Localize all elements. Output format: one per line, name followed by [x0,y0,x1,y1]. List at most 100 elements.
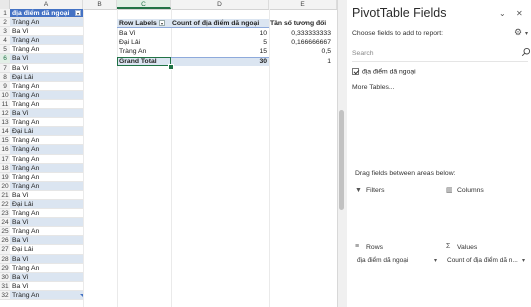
spreadsheet-grid[interactable]: A B C D E 1 2 3 4 5 6 7 8 9 10 11 12 13 14 15 16 17 18 19 2… [0,0,337,307]
pivot-row-label[interactable]: Tràng An [119,47,146,56]
table-cell[interactable]: Tràng An [10,82,83,91]
table-cell[interactable]: Tràng An [10,209,83,219]
row-header[interactable]: 15 [0,136,10,146]
field-list-item[interactable]: địa điểm dã ngoại [352,68,416,75]
table-cell[interactable]: Tràng An [10,290,83,300]
row-header[interactable]: 9 [0,81,10,91]
table-cell[interactable]: Ba Vì [10,236,83,246]
pivot-row-ratio[interactable]: 0,166666667 [269,38,331,47]
pivot-row-ratio[interactable]: 0,5 [269,47,331,56]
row-header[interactable]: 14 [0,127,10,137]
table-cell[interactable]: Ba Vì [10,272,83,282]
gear-icon[interactable]: ⚙ [514,28,523,37]
fill-handle[interactable] [168,64,174,70]
row-header[interactable]: 10 [0,90,10,100]
field-checkbox[interactable] [352,68,359,75]
pivot-row-count[interactable]: 10 [171,29,267,38]
table-cell[interactable]: Ba Vì [10,27,83,37]
table-cell[interactable]: Tràng An [10,227,83,237]
row-header[interactable]: 18 [0,163,10,173]
row-header[interactable]: 24 [0,218,10,228]
row-header[interactable]: 22 [0,199,10,210]
table-cell[interactable]: Tràng An [10,18,83,28]
row-header[interactable]: 2 [0,18,10,28]
pivot-row-ratio[interactable]: 0,333333333 [269,29,331,38]
row-header[interactable]: 11 [0,99,10,110]
row-header[interactable]: 21 [0,190,10,200]
pivot-row-count[interactable]: 5 [171,38,267,47]
selected-cell[interactable] [117,57,171,67]
table-cell[interactable]: Ba Vì [10,254,83,264]
values-area-item[interactable]: Count of địa điểm dã n... [447,255,522,266]
row-header[interactable]: 23 [0,209,10,219]
table-cell[interactable]: Đại Lải [10,72,83,82]
column-header-c[interactable]: C [117,0,171,9]
table-cell[interactable]: Đại Lải [10,245,83,255]
chevron-down-icon[interactable]: ▾ [522,257,525,264]
table-cell[interactable]: Tràng An [10,155,83,164]
table-cell[interactable]: Ba Vì [10,54,83,64]
chevron-down-icon[interactable]: ▾ [434,257,437,264]
row-header[interactable]: 1 [0,9,10,19]
chevron-down-icon[interactable]: ⌄ [499,9,506,18]
pivot-row-count[interactable]: 15 [171,47,267,56]
table-cell[interactable]: Tràng An [10,264,83,273]
select-all-corner[interactable] [0,0,10,9]
row-header[interactable]: 5 [0,45,10,55]
table-resize-handle[interactable] [80,294,83,297]
table-cell[interactable]: Tràng An [10,100,83,110]
row-header[interactable]: 12 [0,109,10,119]
row-header[interactable]: 28 [0,254,10,264]
filter-dropdown-button[interactable] [75,10,81,16]
row-header[interactable]: 25 [0,227,10,237]
row-header[interactable]: 17 [0,154,10,164]
row-header[interactable]: 19 [0,172,10,182]
table-cell[interactable]: Ba Vì [10,282,83,291]
column-header-d[interactable]: D [171,0,269,9]
rows-area-item[interactable]: địa điểm dã ngoại [357,255,437,266]
row-header[interactable]: 7 [0,63,10,73]
more-tables-link[interactable]: More Tables... [352,84,395,91]
table-cell[interactable]: Tràng An [10,163,83,173]
row-header[interactable]: 30 [0,272,10,282]
table-cell[interactable]: Tràng An [10,181,83,191]
row-header[interactable]: 32 [0,290,10,300]
column-header-e[interactable]: E [269,0,337,9]
table-cell[interactable]: Tràng An [10,173,83,182]
table-cell[interactable]: Tràng An [10,45,83,55]
row-header[interactable]: 13 [0,118,10,128]
pivot-ratio-header[interactable]: Tần số tương đối [270,19,336,28]
table-cell[interactable]: Ba Vì [10,218,83,228]
chevron-down-icon[interactable]: ▾ [525,30,528,37]
row-header[interactable]: 26 [0,236,10,246]
table-cell[interactable]: Tràng An [10,136,83,146]
row-header[interactable]: 3 [0,27,10,37]
table-cell[interactable]: Tràng An [10,90,83,100]
pivot-grand-total-count[interactable]: 30 [171,57,267,66]
row-header[interactable]: 16 [0,145,10,155]
table-cell[interactable]: Ba Vì [10,64,83,73]
pivot-grand-total-ratio[interactable]: 1 [269,57,331,66]
table-cell[interactable]: Đại Lải [10,199,83,210]
table-cell[interactable]: Ba Vì [10,191,83,200]
search-icon[interactable] [521,47,531,57]
table-cell[interactable]: Tràng An [10,36,83,46]
table-cell[interactable]: Tràng An [10,145,83,155]
row-header[interactable]: 4 [0,36,10,46]
scrollbar-thumb[interactable] [339,110,344,210]
table-cell[interactable]: Đại Lải [10,127,83,137]
row-labels-filter-button[interactable] [158,20,165,27]
table-cell[interactable]: Tràng An [10,118,83,128]
table-cell[interactable]: Ba Vì [10,109,83,119]
row-header[interactable]: 6 [0,54,10,64]
pivot-count-header[interactable]: Count of địa điểm dã ngoại [172,19,259,28]
row-header[interactable]: 31 [0,281,10,291]
table-header-cell[interactable]: địa điểm dã ngoại [10,9,83,19]
pivot-row-label[interactable]: Ba Vì [119,29,136,38]
pivot-row-labels-header[interactable]: Row Labels [119,19,165,28]
column-header-a[interactable]: A [10,0,83,9]
search-input[interactable]: Search [352,48,524,59]
pivot-row-label[interactable]: Đại Lải [119,38,140,47]
row-header[interactable]: 27 [0,245,10,255]
row-header[interactable]: 20 [0,181,10,191]
